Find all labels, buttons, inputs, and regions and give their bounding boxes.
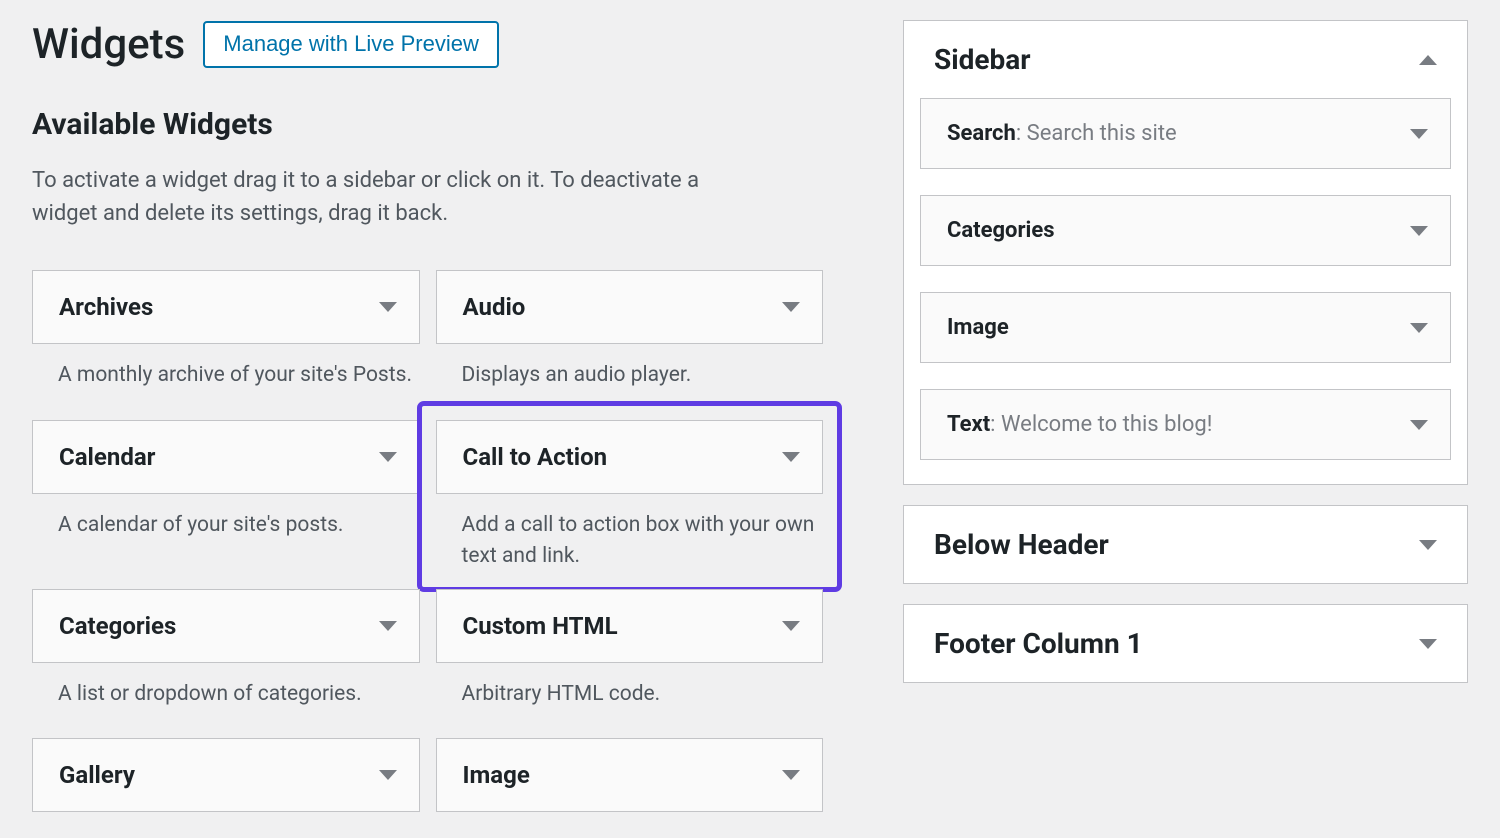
widget-label: Calendar bbox=[59, 443, 155, 471]
available-widgets-heading: Available Widgets bbox=[32, 107, 823, 142]
widget-label: Audio bbox=[463, 293, 526, 321]
chevron-down-icon bbox=[1410, 323, 1428, 333]
widget-area-header[interactable]: Footer Column 1 bbox=[904, 605, 1467, 682]
chevron-down-icon bbox=[782, 621, 800, 631]
chevron-down-icon bbox=[1419, 639, 1437, 649]
chevron-down-icon bbox=[379, 452, 397, 462]
widget-area-title: Below Header bbox=[934, 528, 1109, 561]
widget-label: Archives bbox=[59, 293, 153, 321]
placed-widget-sub: : Welcome to this blog! bbox=[990, 412, 1212, 437]
available-widgets-intro: To activate a widget drag it to a sideba… bbox=[32, 164, 732, 230]
chevron-down-icon bbox=[379, 621, 397, 631]
available-widgets-grid: Archives A monthly archive of your site'… bbox=[32, 270, 823, 824]
manage-live-preview-button[interactable]: Manage with Live Preview bbox=[203, 21, 499, 67]
widget-description: A monthly archive of your site's Posts. bbox=[32, 360, 420, 392]
widget-description: A list or dropdown of categories. bbox=[32, 679, 420, 711]
widget-description: Add a call to action box with your own t… bbox=[436, 510, 824, 573]
widget-archives[interactable]: Archives bbox=[32, 270, 420, 344]
widget-label: Call to Action bbox=[463, 443, 608, 471]
chevron-down-icon bbox=[379, 302, 397, 312]
placed-widget-search[interactable]: Search: Search this site bbox=[920, 98, 1451, 169]
page-header: Widgets Manage with Live Preview bbox=[32, 20, 823, 69]
widget-description: A calendar of your site's posts. bbox=[32, 510, 420, 542]
placed-widget-label: Text: Welcome to this blog! bbox=[947, 412, 1212, 437]
widget-calendar[interactable]: Calendar bbox=[32, 420, 420, 494]
placed-widget-sub-text: Welcome to this blog! bbox=[1001, 412, 1212, 437]
placed-widget-image[interactable]: Image bbox=[920, 292, 1451, 363]
widget-image[interactable]: Image bbox=[436, 738, 824, 812]
widget-cell-highlighted: Call to Action Add a call to action box … bbox=[422, 406, 838, 587]
placed-widget-label: Image bbox=[947, 315, 1009, 340]
widget-label: Categories bbox=[59, 612, 176, 640]
chevron-down-icon bbox=[782, 302, 800, 312]
widget-description: Displays an audio player. bbox=[436, 360, 824, 392]
placed-widget-text[interactable]: Text: Welcome to this blog! bbox=[920, 389, 1451, 460]
placed-widget-label: Categories bbox=[947, 218, 1055, 243]
widget-cell: Calendar A calendar of your site's posts… bbox=[32, 420, 420, 573]
widget-area-sidebar: Sidebar Search: Search this site Categor… bbox=[903, 20, 1468, 485]
widget-cell: Categories A list or dropdown of categor… bbox=[32, 589, 420, 723]
widget-area-title: Footer Column 1 bbox=[934, 627, 1143, 660]
chevron-down-icon bbox=[782, 770, 800, 780]
chevron-down-icon bbox=[782, 452, 800, 462]
widget-label: Custom HTML bbox=[463, 612, 618, 640]
chevron-down-icon bbox=[1410, 226, 1428, 236]
widget-gallery[interactable]: Gallery bbox=[32, 738, 420, 812]
page-title: Widgets bbox=[32, 20, 185, 69]
widget-description: Arbitrary HTML code. bbox=[436, 679, 824, 711]
widget-area-footer-column-1: Footer Column 1 bbox=[903, 604, 1468, 683]
placed-widget-label: Search: Search this site bbox=[947, 121, 1177, 146]
widget-label: Gallery bbox=[59, 761, 135, 789]
widget-area-below-header: Below Header bbox=[903, 505, 1468, 584]
widget-label: Image bbox=[463, 761, 530, 789]
placed-widget-sub: : Search this site bbox=[1016, 121, 1177, 146]
chevron-down-icon bbox=[1410, 129, 1428, 139]
placed-widget-name: Text bbox=[947, 412, 990, 437]
widget-area-body: Search: Search this site Categories Imag… bbox=[904, 98, 1467, 484]
widget-area-header[interactable]: Sidebar bbox=[904, 21, 1467, 98]
chevron-down-icon bbox=[1410, 420, 1428, 430]
widget-cell: Image bbox=[436, 738, 824, 824]
widget-cell: Custom HTML Arbitrary HTML code. bbox=[436, 589, 824, 723]
widget-custom-html[interactable]: Custom HTML bbox=[436, 589, 824, 663]
widget-cell: Gallery bbox=[32, 738, 420, 824]
chevron-down-icon bbox=[379, 770, 397, 780]
widget-area-title: Sidebar bbox=[934, 43, 1031, 76]
widget-categories[interactable]: Categories bbox=[32, 589, 420, 663]
chevron-down-icon bbox=[1419, 540, 1437, 550]
widget-area-header[interactable]: Below Header bbox=[904, 506, 1467, 583]
widget-audio[interactable]: Audio bbox=[436, 270, 824, 344]
placed-widget-name: Search bbox=[947, 121, 1016, 146]
widget-cell: Audio Displays an audio player. bbox=[436, 270, 824, 404]
widget-cell: Archives A monthly archive of your site'… bbox=[32, 270, 420, 404]
widget-call-to-action[interactable]: Call to Action bbox=[436, 420, 824, 494]
chevron-up-icon bbox=[1419, 55, 1437, 65]
placed-widget-categories[interactable]: Categories bbox=[920, 195, 1451, 266]
placed-widget-sub-text: Search this site bbox=[1027, 121, 1177, 146]
